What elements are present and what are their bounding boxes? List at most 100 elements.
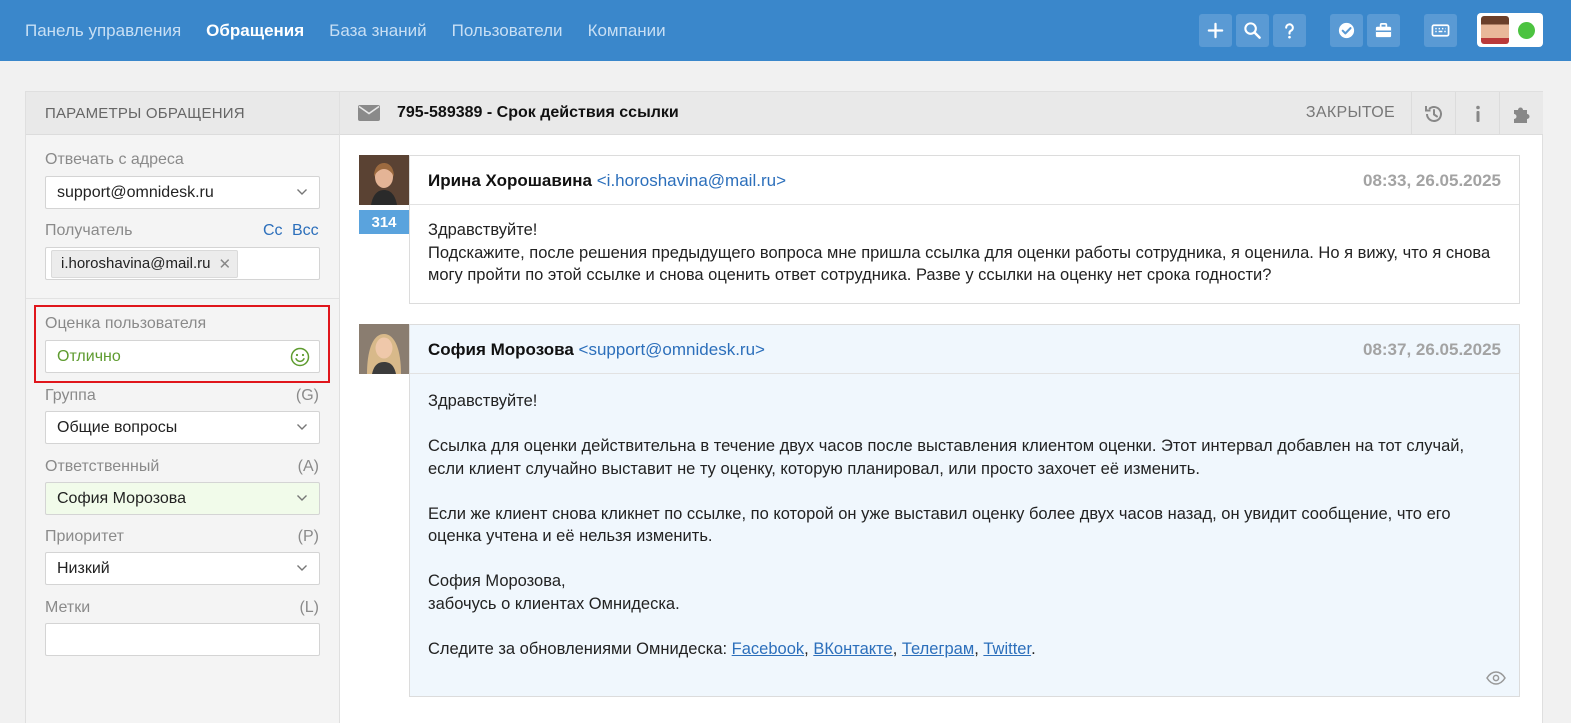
message-body: Здравствуйте! Подскажите, после решения … [410, 205, 1519, 287]
reply-from-select[interactable]: support@omnidesk.ru [45, 176, 320, 209]
info-button[interactable] [1455, 92, 1499, 135]
customer-photo [359, 155, 409, 205]
message-time: 08:33, 26.05.2025 [1362, 171, 1501, 190]
sidebar-header: ПАРАМЕТРЫ ОБРАЩЕНИЯ [26, 92, 339, 135]
follow-us-text: Следите за обновлениями Омнидеска: [428, 639, 732, 658]
history-icon [1424, 105, 1442, 122]
assignee-select[interactable]: София Морозова [45, 482, 320, 515]
tags-label: Метки [45, 599, 91, 616]
follow-us-line: Следите за обновлениями Омнидеска: Faceb… [428, 639, 1036, 658]
assignee-shortcut-hint: (A) [297, 458, 319, 475]
priority-select[interactable]: Низкий [45, 552, 320, 585]
assignee-label: Ответственный [45, 458, 160, 475]
sender-name: Ирина Хорошавина [428, 171, 593, 190]
signature-tagline: забочусь о клиентах Омнидеска. [428, 594, 680, 613]
telegram-link[interactable]: Телеграм [902, 640, 974, 658]
twitter-link[interactable]: Twitter [983, 640, 1031, 658]
briefcase-icon [1375, 22, 1392, 37]
online-status-indicator [1518, 21, 1535, 39]
chevron-down-icon [297, 495, 307, 501]
ticket-parameters-sidebar: ПАРАМЕТРЫ ОБРАЩЕНИЯ Отвечать с адреса su… [26, 92, 340, 723]
ticket-title: 795-589389 - Срок действия ссылки [397, 104, 679, 121]
reply-paragraph-1: Ссылка для оценки действительна в течени… [428, 437, 1465, 478]
user-rating-value: Отлично [57, 347, 121, 365]
top-navigation-bar: Панель управления Обращения База знаний … [0, 0, 1571, 61]
facebook-link[interactable]: Facebook [732, 640, 804, 658]
toolbar-icons [1195, 13, 1543, 47]
assignee-value: София Морозова [57, 489, 186, 507]
reply-from-label: Отвечать с адреса [45, 151, 184, 168]
nav-users[interactable]: Пользователи [452, 21, 563, 41]
ticket-status[interactable]: ЗАКРЫТОЕ [1306, 104, 1395, 122]
user-rating-label: Оценка пользователя [45, 315, 207, 332]
user-rating-field: Отлично [45, 340, 320, 373]
help-button[interactable] [1273, 13, 1306, 47]
integrations-button[interactable] [1499, 92, 1543, 135]
nav-tickets[interactable]: Обращения [206, 21, 304, 41]
briefcase-button[interactable] [1367, 13, 1400, 47]
avatar [1481, 16, 1509, 44]
customer-message: Ирина Хорошавина <i.horoshavina@mail.ru>… [409, 155, 1520, 304]
eye-icon[interactable] [1486, 671, 1506, 685]
smile-icon [290, 347, 310, 367]
priority-label: Приоритет [45, 528, 124, 545]
recipient-label: Получатель [45, 222, 133, 239]
customer-avatar[interactable]: 314 [359, 155, 409, 234]
chevron-down-icon [297, 189, 307, 195]
chevron-down-icon [297, 424, 307, 430]
bcc-link[interactable]: Bcc [292, 222, 319, 240]
keyboard-shortcuts-button[interactable] [1424, 13, 1457, 47]
agent-photo [359, 324, 409, 374]
chevron-down-icon [297, 565, 307, 571]
priority-value: Низкий [57, 559, 110, 577]
sender-email[interactable]: <i.horoshavina@mail.ru> [597, 171, 786, 190]
cc-link[interactable]: Cc [263, 222, 283, 240]
tags-shortcut-hint: (L) [299, 599, 319, 616]
history-button[interactable] [1411, 92, 1455, 135]
group-label: Группа [45, 387, 96, 404]
nav-knowledge-base[interactable]: База знаний [329, 21, 426, 41]
message-greeting: Здравствуйте! [428, 221, 538, 239]
plus-icon [1207, 22, 1224, 38]
approve-button[interactable] [1330, 13, 1363, 47]
ticket-header: 795-589389 - Срок действия ссылки ЗАКРЫТ… [340, 92, 1543, 135]
help-icon [1285, 22, 1294, 38]
add-button[interactable] [1199, 13, 1232, 47]
search-icon [1244, 21, 1261, 39]
signature-name: София Морозова, [428, 572, 566, 590]
search-button[interactable] [1236, 13, 1269, 47]
recipient-tag-label: i.horoshavina@mail.ru [61, 255, 211, 272]
sidebar-divider [26, 298, 339, 299]
message-header: Ирина Хорошавина <i.horoshavina@mail.ru>… [410, 156, 1519, 205]
info-icon [1475, 105, 1480, 122]
ticket-workspace: ПАРАМЕТРЫ ОБРАЩЕНИЯ Отвечать с адреса su… [25, 91, 1543, 723]
agent-reply-message: София Морозова <support@omnidesk.ru> 08:… [409, 324, 1520, 697]
message-time: 08:37, 26.05.2025 [1362, 340, 1501, 359]
message-body: Здравствуйте! Ссылка для оценки действит… [410, 374, 1519, 660]
sender-email[interactable]: <support@omnidesk.ru> [579, 340, 765, 359]
recipient-tag: i.horoshavina@mail.ru ✕ [51, 249, 239, 278]
tags-input[interactable] [45, 623, 320, 656]
envelope-icon [358, 105, 380, 121]
reply-paragraph-2: Если же клиент снова кликнет по ссылке, … [428, 504, 1451, 546]
user-menu[interactable] [1477, 13, 1543, 47]
priority-shortcut-hint: (P) [297, 528, 319, 545]
message-sender: София Морозова <support@omnidesk.ru> [428, 340, 765, 360]
customer-ticket-count: 314 [359, 210, 409, 234]
group-value: Общие вопросы [57, 418, 178, 436]
nav-dashboard[interactable]: Панель управления [25, 21, 181, 41]
vkontakte-link[interactable]: ВКонтакте [813, 640, 892, 658]
sender-name: София Морозова [428, 340, 574, 359]
puzzle-icon [1513, 107, 1529, 123]
message-header: София Морозова <support@omnidesk.ru> 08:… [410, 325, 1519, 374]
recipient-input[interactable]: i.horoshavina@mail.ru ✕ [45, 247, 320, 280]
agent-avatar[interactable] [359, 324, 409, 379]
keyboard-icon [1431, 23, 1450, 37]
group-shortcut-hint: (G) [295, 387, 319, 404]
message-text: Подскажите, после решения предыдущего во… [428, 243, 1491, 285]
remove-recipient-icon[interactable]: ✕ [218, 255, 231, 273]
group-select[interactable]: Общие вопросы [45, 411, 320, 444]
nav-companies[interactable]: Компании [588, 21, 666, 41]
reply-greeting: Здравствуйте! [428, 392, 538, 410]
reply-from-value: support@omnidesk.ru [57, 183, 214, 201]
